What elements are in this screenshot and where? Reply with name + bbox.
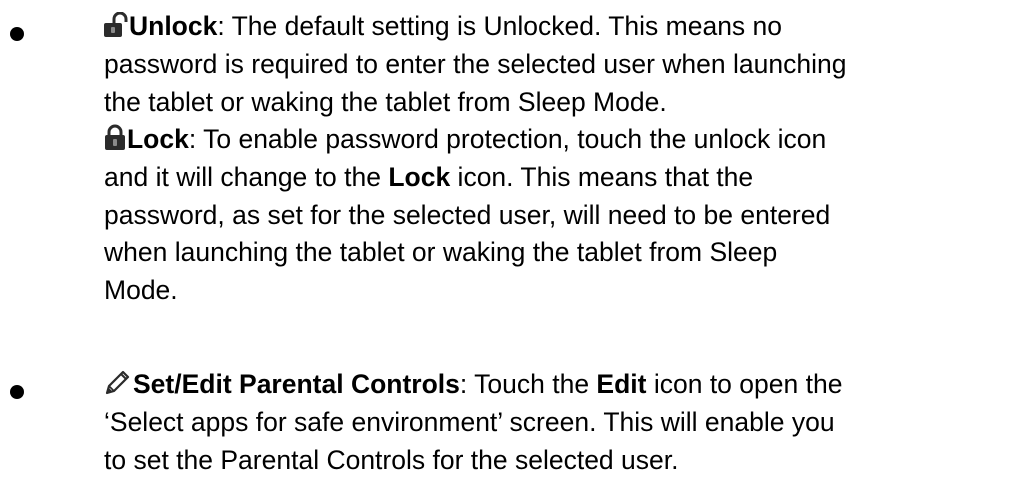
- lock-bold-term: Lock: [388, 161, 451, 192]
- edit-bold-term: Edit: [596, 369, 647, 399]
- text-line: ‘Select apps for safe environment’ scree…: [104, 406, 835, 437]
- lock-icon: [105, 124, 125, 150]
- text-line: and it will change to the Lock icon. Thi…: [104, 159, 1004, 197]
- unlock-paragraph: Unlock: The default setting is Unlocked.…: [104, 8, 1004, 121]
- lock-paragraph: Lock: To enable password protection, tou…: [104, 121, 1004, 310]
- bullet-dot: [10, 27, 24, 41]
- text-line: to set the Parental Controls for the sel…: [104, 444, 679, 475]
- text-line: the tablet or waking the tablet from Sle…: [104, 86, 667, 117]
- parental-controls-paragraph: Set/Edit Parental Controls: Touch the Ed…: [104, 366, 1004, 479]
- parental-text: : Touch the: [459, 369, 597, 399]
- unlock-text: : The default setting is Unlocked. This …: [217, 11, 783, 41]
- unlock-term: Unlock: [129, 11, 218, 41]
- pencil-icon: [105, 370, 130, 395]
- parental-controls-term: Set/Edit Parental Controls: [133, 369, 460, 399]
- lock-term: Lock: [127, 124, 189, 154]
- text-line: Mode.: [104, 275, 178, 306]
- lock-text: and it will change to the: [104, 161, 389, 192]
- text-line: password is required to enter the select…: [104, 48, 847, 79]
- lock-text: icon. This means that the: [450, 161, 754, 192]
- document-page: Unlock: The default setting is Unlocked.…: [0, 0, 1014, 495]
- lock-text: : To enable password protection, touch t…: [188, 124, 827, 154]
- text-line: Unlock: The default setting is Unlocked.…: [104, 8, 1004, 46]
- bullet-dot: [10, 385, 24, 399]
- text-line: Lock: To enable password protection, tou…: [104, 121, 1004, 159]
- text-line: when launching the tablet or waking the …: [104, 237, 778, 268]
- parental-text: icon to open the: [646, 369, 843, 399]
- text-line: password, as set for the selected user, …: [104, 199, 831, 230]
- unlock-icon: [104, 12, 128, 37]
- text-line: Set/Edit Parental Controls: Touch the Ed…: [104, 366, 1004, 404]
